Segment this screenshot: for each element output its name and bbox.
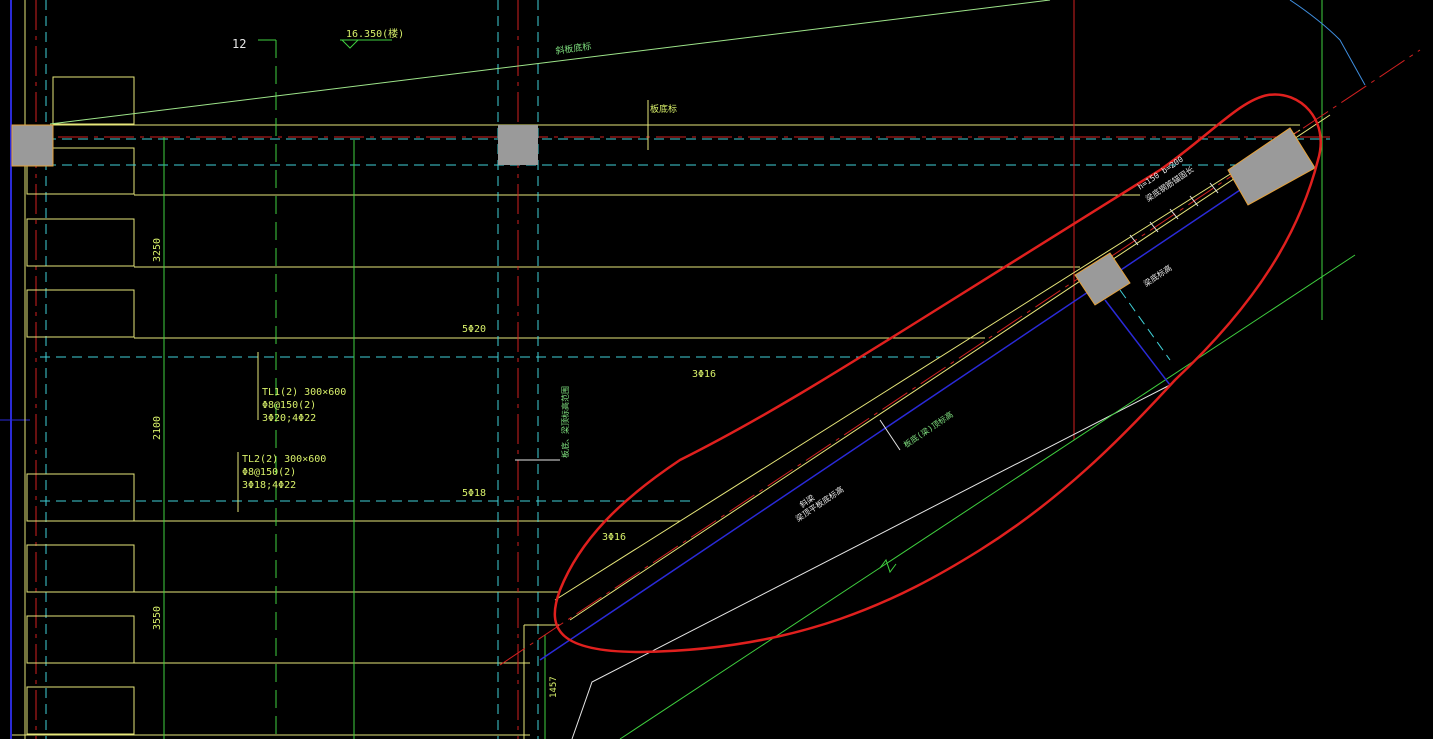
left-frame [0, 0, 135, 739]
horizontal-lines [12, 124, 1330, 736]
cad-drawing-canvas[interactable]: 16.350(楼) 12 斜板底标 板底标 3250 2100 3550 145… [0, 0, 1433, 739]
dimension-2100: 2100 [152, 416, 163, 440]
highlight-annotation [553, 93, 1322, 654]
dimension-3550: 3550 [152, 606, 163, 630]
dimension-1457: 1457 [549, 676, 559, 698]
rebar-3phi16-top: 3Φ16 [692, 369, 716, 380]
vertical-lines [163, 0, 1323, 739]
roof-slope-label: 板底标 [650, 103, 677, 115]
svg-text:3Φ18;4Φ22: 3Φ18;4Φ22 [242, 480, 296, 491]
svg-text:Φ8@150(2): Φ8@150(2) [262, 400, 316, 411]
rebar-5phi20: 5Φ20 [462, 324, 486, 335]
svg-text:TL2(2) 300×600: TL2(2) 300×600 [242, 454, 326, 465]
dimension-3250: 3250 [152, 238, 163, 262]
roof-slope [49, 0, 1366, 150]
beam-tag-tl2: TL2(2) 300×600 Φ8@150(2) 3Φ18;4Φ22 [237, 452, 326, 512]
beam-tag-tl1: TL1(2) 300×600 Φ8@150(2) 3Φ20;4Φ22 [257, 352, 346, 424]
svg-text:3Φ20;4Φ22: 3Φ20;4Φ22 [262, 413, 316, 424]
rebar-5phi18: 5Φ18 [462, 488, 486, 499]
rebar-3phi16-bottom: 3Φ16 [602, 532, 626, 543]
annotations: 16.350(楼) 12 斜板底标 板底标 3250 2100 3550 145… [152, 27, 1196, 698]
slab-hatch-note: 板底(梁)顶标高 [902, 409, 955, 450]
svg-text:Φ8@150(2): Φ8@150(2) [242, 467, 296, 478]
level-mark: 16.350(楼) [346, 27, 404, 40]
svg-text:TL1(2) 300×600: TL1(2) 300×600 [262, 387, 346, 398]
grid-number: 12 [232, 37, 246, 51]
columns [11, 124, 1316, 306]
roof-slope-note: 斜板底标 [555, 40, 592, 57]
beam-note-vertical: 板底、梁顶标高范围 [560, 386, 570, 458]
column-note: 梁底标高 [1142, 262, 1174, 288]
